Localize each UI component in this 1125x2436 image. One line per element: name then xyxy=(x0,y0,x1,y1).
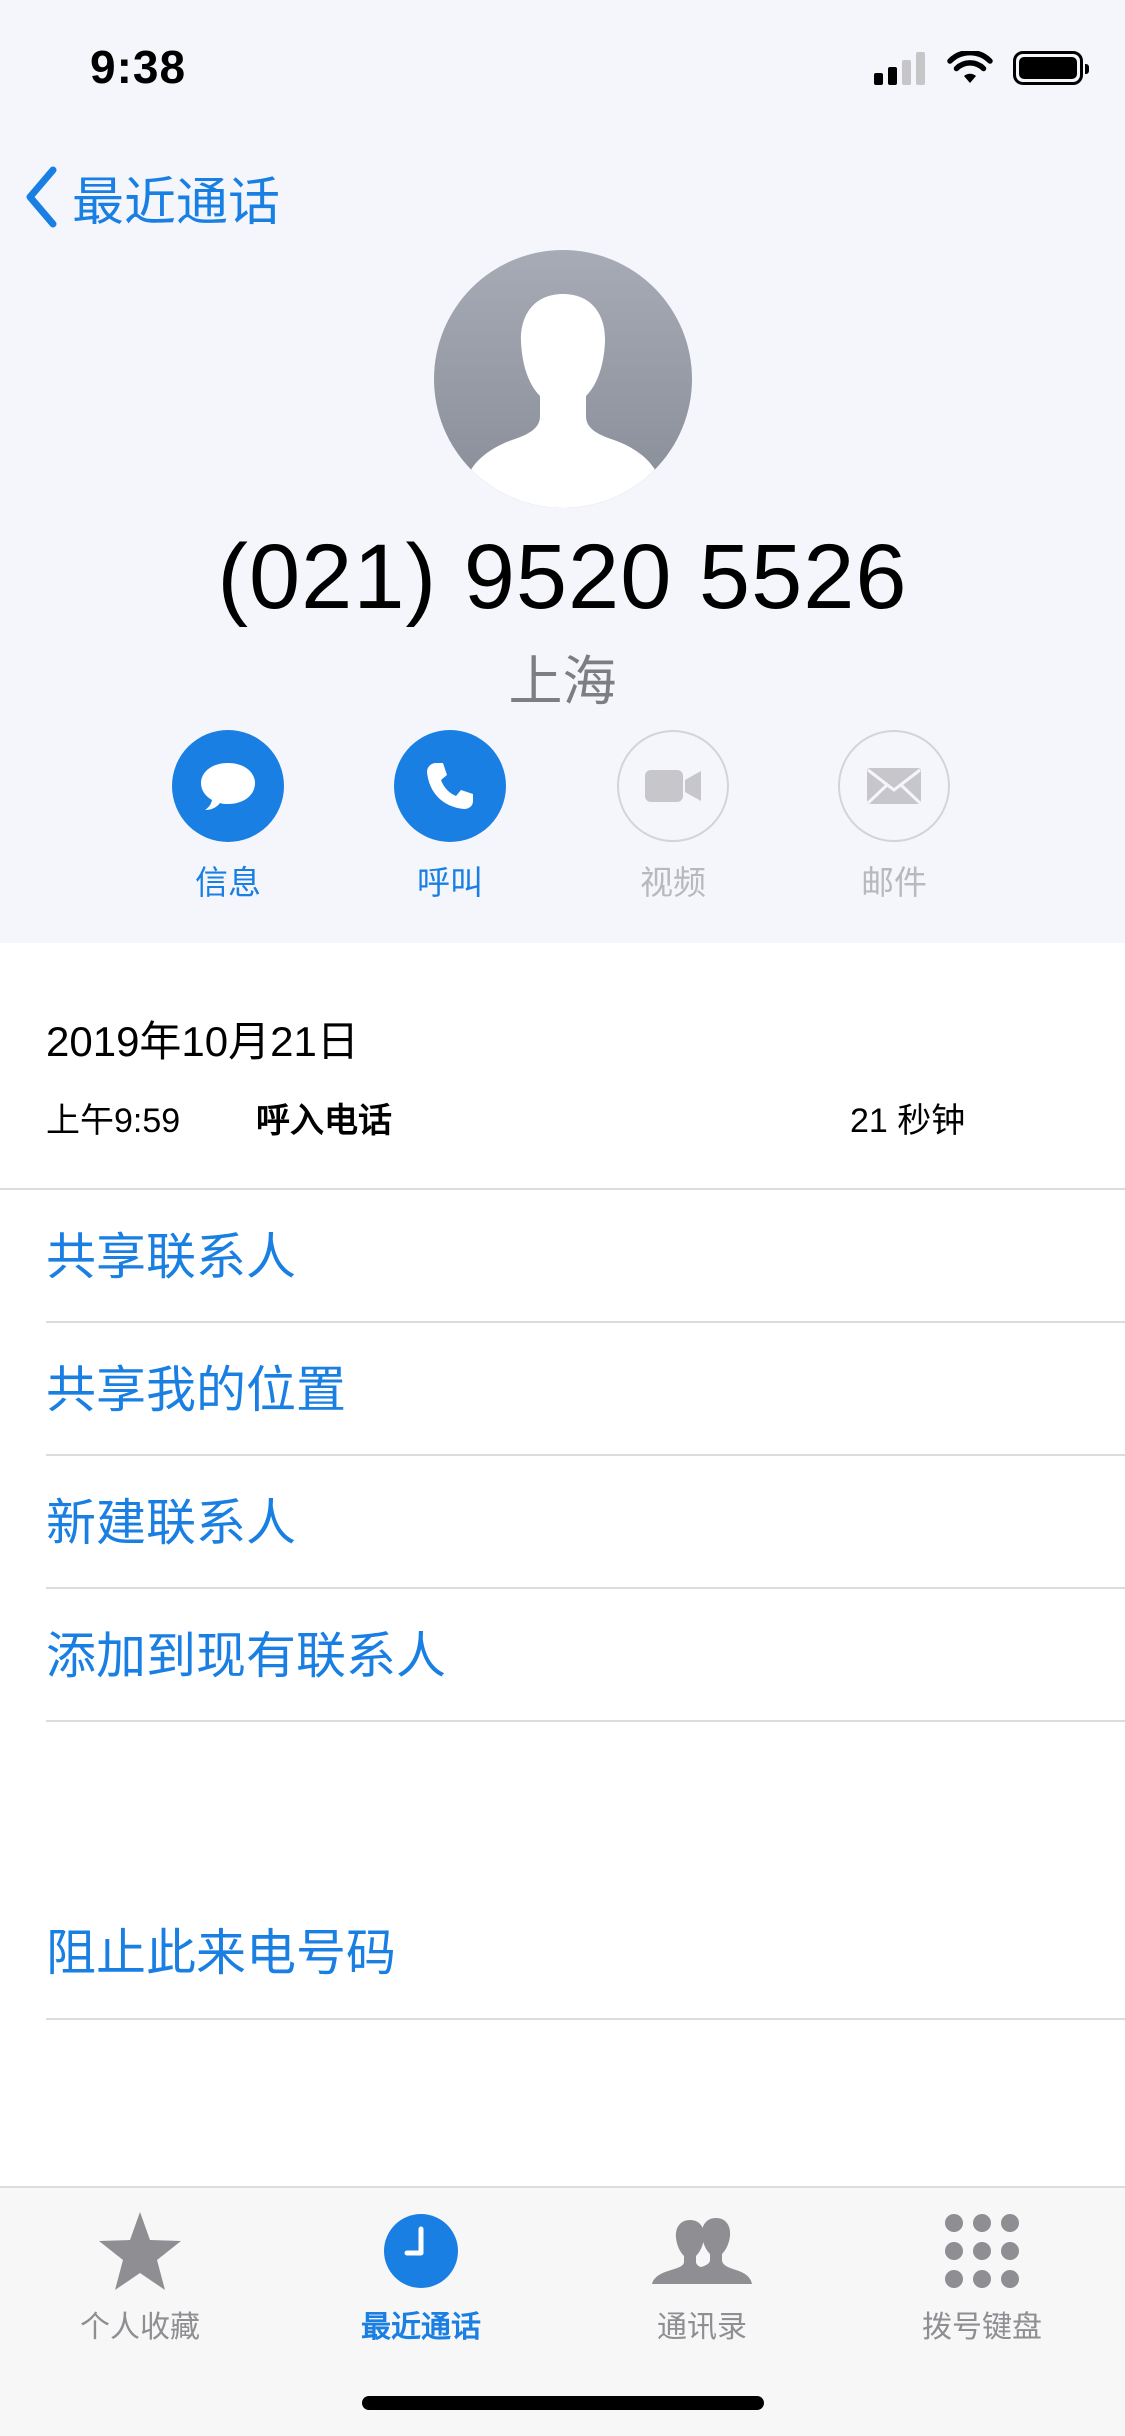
envelope-icon xyxy=(866,768,922,805)
contacts-icon xyxy=(652,2218,752,2284)
divider xyxy=(46,1720,1125,1722)
message-label: 信息 xyxy=(195,864,261,901)
chevron-left-icon xyxy=(26,166,57,228)
back-label: 最近通话 xyxy=(72,173,281,232)
video-label: 视频 xyxy=(640,864,706,901)
share-contact-button[interactable]: 共享联系人 xyxy=(46,1222,296,1292)
message-action[interactable]: 信息 xyxy=(148,730,308,904)
tab-label: 最近通话 xyxy=(361,2311,481,2344)
divider xyxy=(0,1188,1125,1190)
video-button[interactable] xyxy=(617,730,729,842)
back-button[interactable]: 最近通话 xyxy=(24,162,280,232)
call-duration: 21 秒钟 xyxy=(850,1102,966,1140)
phone-number: (021) 9520 5526 xyxy=(217,526,908,628)
tab-label: 拨号键盘 xyxy=(922,2311,1042,2344)
tab-label: 个人收藏 xyxy=(80,2311,200,2344)
call-action[interactable]: 呼叫 xyxy=(370,730,530,904)
tab-keypad[interactable]: 拨号键盘 xyxy=(852,2206,1112,2346)
keypad-icon xyxy=(945,2214,1019,2288)
message-button[interactable] xyxy=(172,730,284,842)
call-label: 呼叫 xyxy=(417,864,483,901)
status-time: 9:38 xyxy=(90,41,187,93)
call-time: 上午9:59 xyxy=(46,1102,181,1140)
caller-location: 上海 xyxy=(508,652,617,712)
home-indicator xyxy=(362,2396,764,2410)
share-location-button[interactable]: 共享我的位置 xyxy=(46,1355,346,1425)
mail-label: 邮件 xyxy=(861,864,927,901)
person-silhouette-icon xyxy=(468,294,658,508)
divider xyxy=(46,1454,1125,1456)
call-type: 呼入电话 xyxy=(256,1102,392,1140)
add-to-existing-contact-button[interactable]: 添加到现有联系人 xyxy=(46,1621,446,1691)
status-icons xyxy=(874,48,1089,88)
tab-contacts[interactable]: 通讯录 xyxy=(572,2206,832,2346)
tab-recents[interactable]: 最近通话 xyxy=(291,2206,551,2346)
tab-favorites[interactable]: 个人收藏 xyxy=(10,2206,270,2346)
phone-icon xyxy=(427,763,473,809)
cellular-signal-icon xyxy=(874,51,925,85)
call-button[interactable] xyxy=(394,730,506,842)
wifi-icon xyxy=(947,51,993,83)
video-camera-icon xyxy=(645,770,701,802)
message-bubble-icon xyxy=(201,763,255,810)
mail-action[interactable]: 邮件 xyxy=(814,730,974,904)
block-caller-button[interactable]: 阻止此来电号码 xyxy=(46,1918,396,1988)
divider xyxy=(46,1321,1125,1323)
mail-button[interactable] xyxy=(838,730,950,842)
contact-avatar xyxy=(434,250,692,508)
star-icon xyxy=(99,2212,181,2290)
call-date: 2019年10月21日 xyxy=(46,1018,359,1065)
divider xyxy=(46,1587,1125,1589)
video-action[interactable]: 视频 xyxy=(593,730,753,904)
clock-icon xyxy=(384,2214,458,2288)
divider xyxy=(46,2018,1125,2020)
tab-label: 通讯录 xyxy=(657,2311,747,2344)
new-contact-button[interactable]: 新建联系人 xyxy=(46,1488,296,1558)
battery-icon xyxy=(1013,51,1089,85)
